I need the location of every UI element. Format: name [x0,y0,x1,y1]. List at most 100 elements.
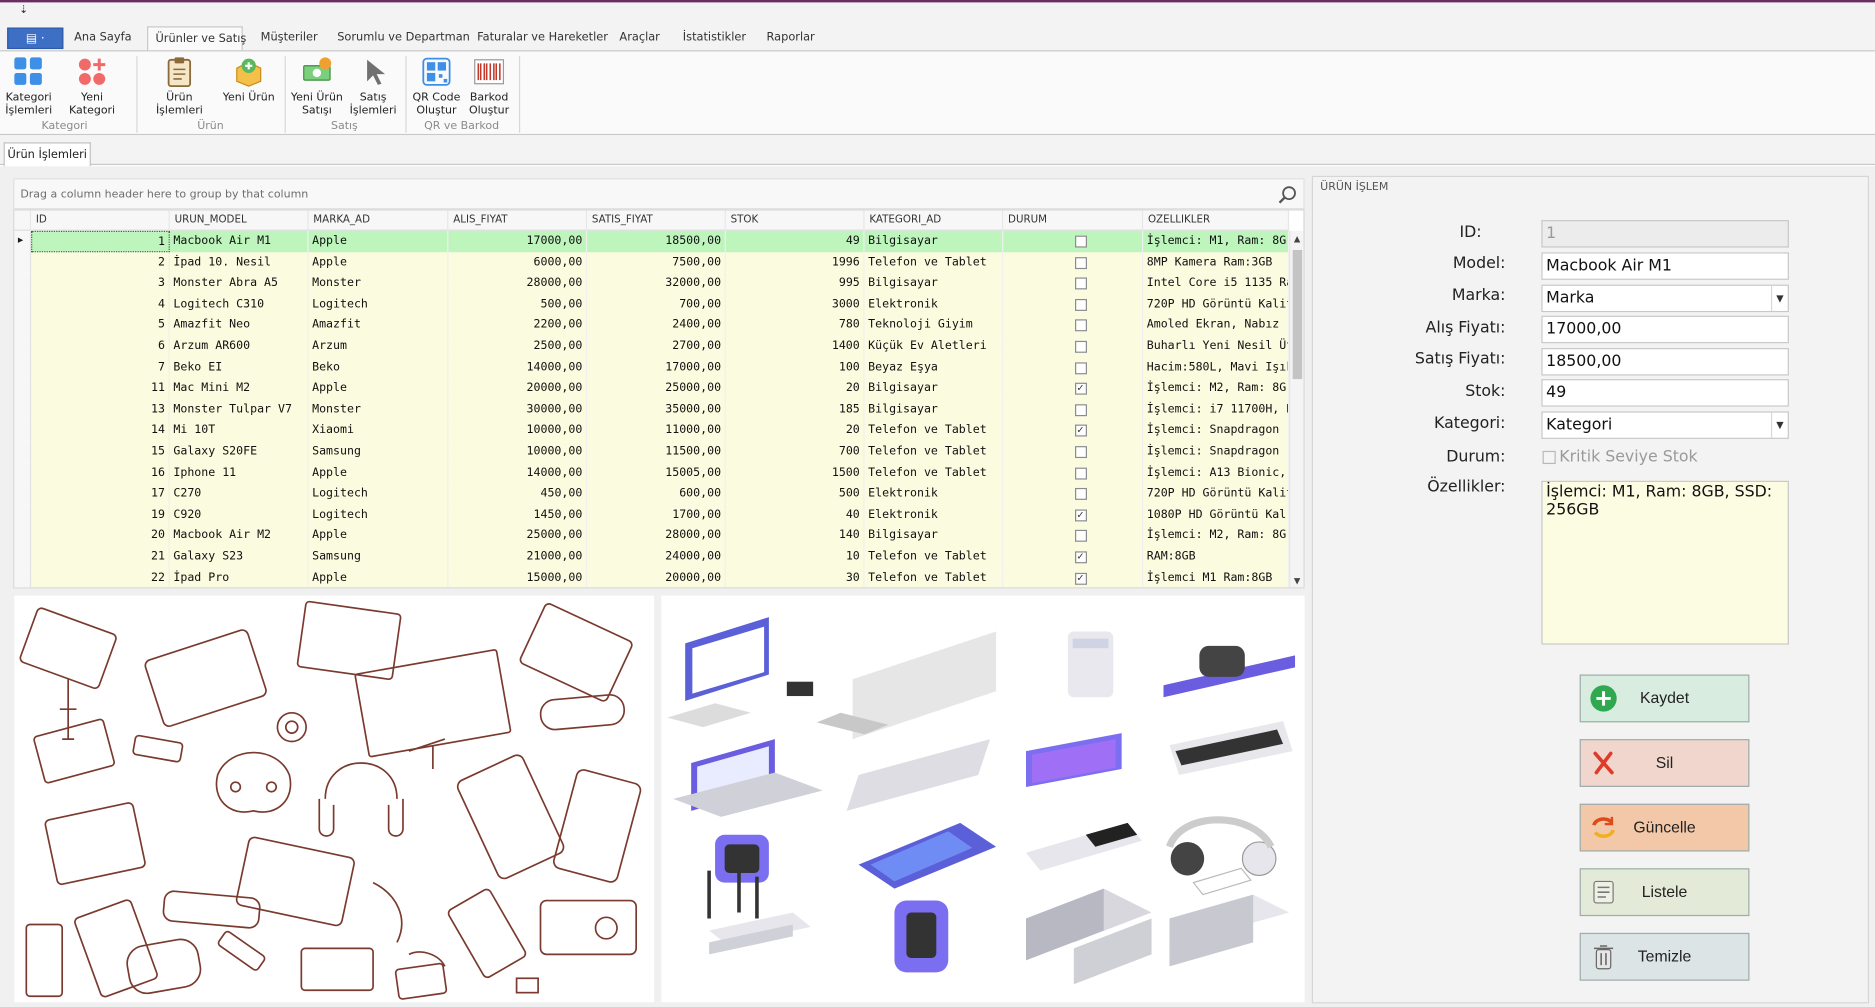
kategori-islemleri-button[interactable]: Kategori İşlemleri [2,54,55,117]
cell-durum[interactable] [1003,462,1144,484]
cell-alis[interactable]: 1450,00 [448,504,588,526]
column-header-stok[interactable]: STOK [725,210,865,231]
cell-kategori[interactable]: Bilgisayar [865,525,1004,547]
cell-model[interactable]: İpad Pro [170,567,309,588]
cell-id[interactable]: 20 [31,525,170,547]
durum-checkbox[interactable] [1074,298,1087,311]
durum-checkbox[interactable] [1074,446,1087,459]
cell-id[interactable]: 4 [31,293,170,316]
row-indicator[interactable] [14,525,32,547]
urun-islemleri-button[interactable]: Ürün İşlemleri [143,54,215,117]
cell-durum[interactable]: ✓ [1003,567,1144,588]
cell-stok[interactable]: 1500 [726,462,865,484]
row-indicator[interactable] [14,483,32,505]
cell-stok[interactable]: 100 [726,357,865,379]
row-indicator[interactable] [14,293,32,316]
marka-select[interactable]: Marka ▼ [1541,284,1789,313]
cell-marka[interactable]: Samsung [309,546,449,568]
cell-marka[interactable]: Arzum [309,336,449,358]
cell-marka[interactable]: Logitech [309,483,449,505]
cell-marka[interactable]: Beko [309,357,449,379]
grid-vertical-scrollbar[interactable]: ▲ ▼ [1289,230,1304,588]
cell-model[interactable]: Logitech C310 [170,293,309,316]
table-row[interactable]: 11 Mac Mini M2 Apple 20000,00 25000,00 20 Bilg… [14,378,1290,400]
app-menu-button[interactable]: ▤ · [7,27,64,50]
cell-marka[interactable]: Monster [309,399,449,421]
cell-id[interactable]: 5 [31,315,170,337]
cell-marka[interactable]: Apple [309,251,449,273]
cell-alis[interactable]: 25000,00 [448,525,588,547]
tab-ana-sayfa[interactable]: Ana Sayfa [67,26,136,50]
cell-id[interactable]: 6 [31,336,170,358]
cell-marka[interactable]: Xiaomi [309,420,449,442]
cell-kategori[interactable]: Küçük Ev Aletleri [865,336,1004,358]
durum-checkbox[interactable] [1074,361,1087,374]
cell-id[interactable]: 15 [31,441,170,463]
column-header-id[interactable]: ID [31,210,170,231]
stok-field[interactable]: 49 [1541,379,1789,407]
yeni-kategori-button[interactable]: Yeni Kategori [57,54,126,117]
cell-model[interactable]: Monster Abra A5 [170,272,309,294]
scrollbar-thumb[interactable] [1292,249,1303,380]
row-indicator[interactable] [14,378,32,400]
cell-kategori[interactable]: Bilgisayar [865,272,1004,294]
cell-durum[interactable]: ✓ [1003,378,1144,400]
durum-checkbox[interactable]: ✓ [1074,382,1087,395]
cell-stok[interactable]: 995 [726,272,865,294]
cell-marka[interactable]: Monster [309,272,449,294]
durum-checkbox[interactable] [1074,277,1087,290]
cell-durum[interactable] [1003,525,1144,547]
cell-id[interactable]: 22 [31,567,170,588]
cell-marka[interactable]: Samsung [309,441,449,463]
cell-alis[interactable]: 500,00 [448,293,588,316]
cell-ozellik[interactable]: 720P HD Görüntü Kalit... [1143,483,1290,505]
cell-durum[interactable] [1003,251,1144,273]
row-indicator[interactable] [14,399,32,421]
cell-marka[interactable]: Logitech [309,293,449,316]
cell-durum[interactable] [1003,272,1144,294]
cell-satis[interactable]: 700,00 [587,293,726,316]
cell-id[interactable]: 3 [31,272,170,294]
column-header-kategori-ad[interactable]: KATEGORI_AD [864,210,1004,231]
search-icon[interactable] [1278,185,1297,204]
scroll-up-icon[interactable]: ▲ [1294,234,1300,244]
cell-durum[interactable] [1003,483,1144,505]
cell-alis[interactable]: 2200,00 [448,315,588,337]
cell-alis[interactable]: 6000,00 [448,251,588,273]
table-row[interactable]: 20 Macbook Air M2 Apple 25000,00 28000,00 140… [14,525,1290,547]
cell-ozellik[interactable]: RAM:8GB [1143,546,1290,568]
cell-durum[interactable] [1003,230,1144,252]
yeni-urun-button[interactable]: Yeni Ürün [220,54,277,104]
cell-id[interactable]: 17 [31,483,170,505]
column-header-satis-fiyat[interactable]: SATIS_FIYAT [587,210,726,231]
listele-button[interactable]: Listele [1579,868,1750,917]
table-row[interactable]: 21 Galaxy S23 Samsung 21000,00 24000,00 10 Tel… [14,546,1290,568]
cell-stok[interactable]: 140 [726,525,865,547]
cell-id[interactable]: 13 [31,399,170,421]
cell-model[interactable]: C270 [170,483,309,505]
cell-id[interactable]: 19 [31,504,170,526]
cell-stok[interactable]: 10 [726,546,865,568]
cell-durum[interactable]: ✓ [1003,420,1144,442]
cell-satis[interactable]: 17000,00 [587,357,726,379]
cell-ozellik[interactable]: 8MP Kamera Ram:3GB [1143,251,1290,273]
cell-alis[interactable]: 28000,00 [448,272,588,294]
cell-marka[interactable]: Apple [309,230,449,252]
chevron-down-icon[interactable]: ▼ [1770,412,1788,438]
table-row[interactable]: 6 Arzum AR600 Arzum 2500,00 2700,00 1400 Küçük… [14,336,1290,358]
row-indicator[interactable] [14,251,32,273]
cell-alis[interactable]: 14000,00 [448,462,588,484]
row-indicator[interactable] [14,336,32,358]
cell-marka[interactable]: Amazfit [309,315,449,337]
table-row[interactable]: 2 İpad 10. Nesil Apple 6000,00 7500,00 1996 Te… [14,251,1290,273]
cell-alis[interactable]: 21000,00 [448,546,588,568]
cell-model[interactable]: Galaxy S20FE [170,441,309,463]
quick-access-arrow-icon[interactable]: ⇣ [19,5,28,17]
cell-durum[interactable] [1003,441,1144,463]
cell-kategori[interactable]: Elektronik [865,483,1004,505]
durum-checkbox[interactable] [1074,256,1087,269]
product-grid[interactable]: ID URUN_MODEL MARKA_AD ALIS_FIYAT SATIS_… [13,209,1305,589]
row-indicator[interactable] [14,441,32,463]
table-row[interactable]: 22 İpad Pro Apple 15000,00 20000,00 30 Telefon… [14,567,1290,588]
cell-alis[interactable]: 2500,00 [448,336,588,358]
